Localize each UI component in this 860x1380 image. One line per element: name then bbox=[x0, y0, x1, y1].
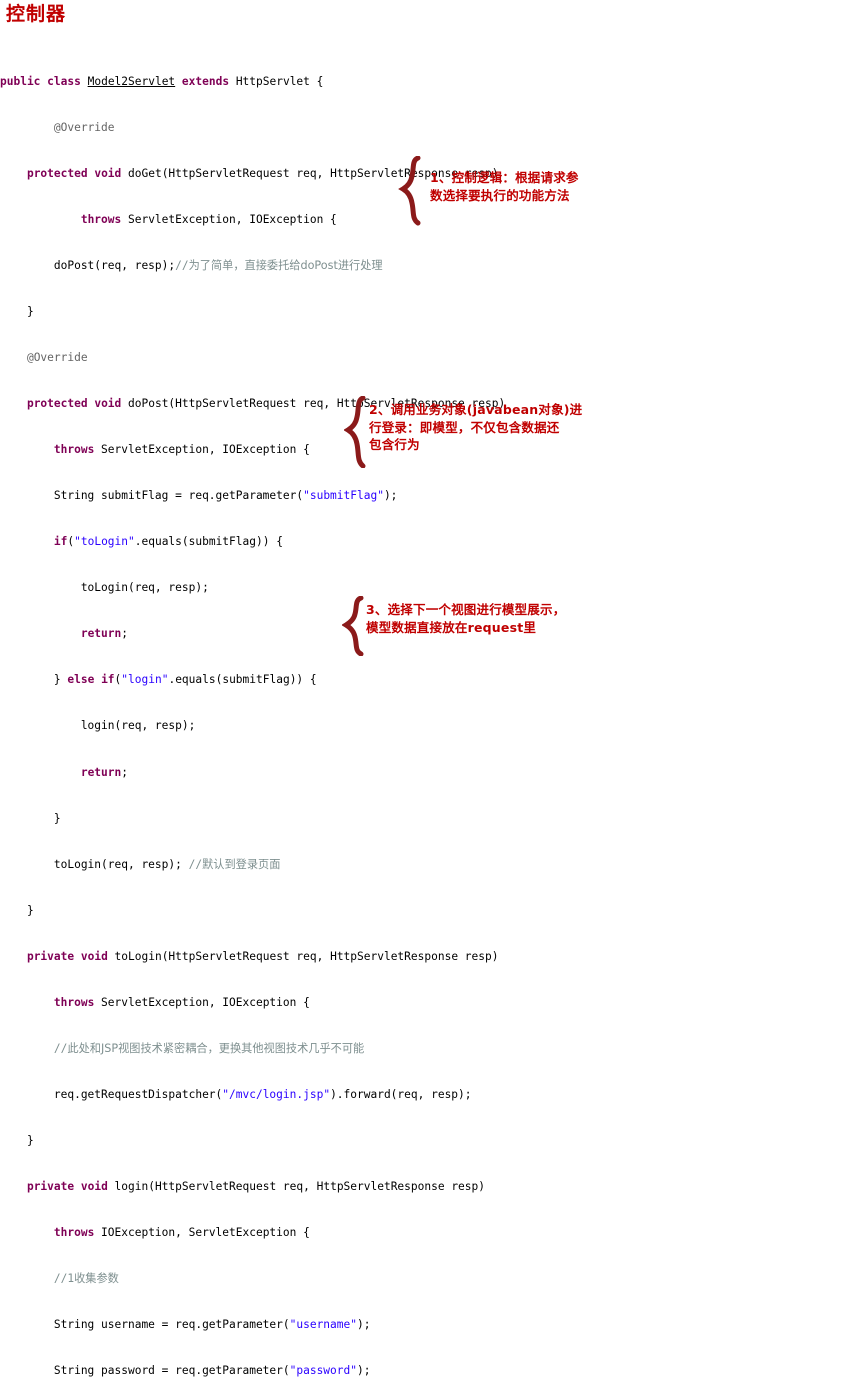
code-line: //此处和JSP视图技术紧密耦合，更换其他视图技术几乎不可能 bbox=[53, 1041, 365, 1055]
code-line: toLogin(req, resp); bbox=[0, 581, 209, 595]
code-line: throws ServletException, IOException { bbox=[53, 995, 310, 1009]
code-line: throws ServletException, IOException { bbox=[80, 213, 337, 227]
code-line: toLogin(req, resp); //默认到登录页面 bbox=[0, 857, 281, 871]
code-line: } bbox=[0, 903, 34, 917]
annotation-3-text: 3、选择下一个视图进行模型展示， 模型数据直接放在request里 bbox=[366, 602, 566, 635]
code-line: public class Model2Servlet extends HttpS… bbox=[0, 75, 324, 89]
code-line: } bbox=[0, 811, 61, 825]
code-line: private void toLogin(HttpServletRequest … bbox=[26, 949, 499, 963]
code-line: login(req, resp); bbox=[0, 719, 196, 733]
code-line: return; bbox=[80, 765, 128, 779]
code-line: } bbox=[0, 1133, 34, 1147]
code-line: String password = req.getParameter("pass… bbox=[0, 1363, 371, 1377]
code-line: String username = req.getParameter("user… bbox=[0, 1317, 371, 1331]
annotation-2-text: 2、调用业务对象(javabean对象)进 行登录：即模型，不仅包含数据还 包含… bbox=[369, 402, 583, 452]
code-line: } bbox=[0, 305, 34, 319]
code-line: throws IOException, ServletException { bbox=[53, 1225, 310, 1239]
code-line: doPost(req, resp);//为了简单，直接委托给doPost进行处理 bbox=[0, 259, 383, 273]
code-line: @Override bbox=[26, 351, 88, 365]
annotation-brace-2 bbox=[344, 396, 370, 468]
code-line: if("toLogin".equals(submitFlag)) { bbox=[53, 535, 283, 549]
annotation-brace-1 bbox=[398, 156, 424, 226]
code-line: String submitFlag = req.getParameter("su… bbox=[0, 489, 398, 503]
code-line: //1收集参数 bbox=[53, 1271, 119, 1285]
annotation-brace-3 bbox=[342, 596, 368, 656]
code-line: } else if("login".equals(submitFlag)) { bbox=[0, 673, 317, 687]
slide-canvas: 控制器 public class Model2Servlet extends H… bbox=[0, 0, 860, 1377]
code-line: req.getRequestDispatcher("/mvc/login.jsp… bbox=[0, 1087, 472, 1101]
code-line: @Override bbox=[53, 121, 115, 135]
page-title: 控制器 bbox=[6, 3, 67, 25]
annotation-1-text: 1、控制逻辑：根据请求参 数选择要执行的功能方法 bbox=[430, 170, 579, 203]
code-listing: public class Model2Servlet extends HttpS… bbox=[0, 28, 860, 1380]
code-line: private void login(HttpServletRequest re… bbox=[26, 1179, 485, 1193]
